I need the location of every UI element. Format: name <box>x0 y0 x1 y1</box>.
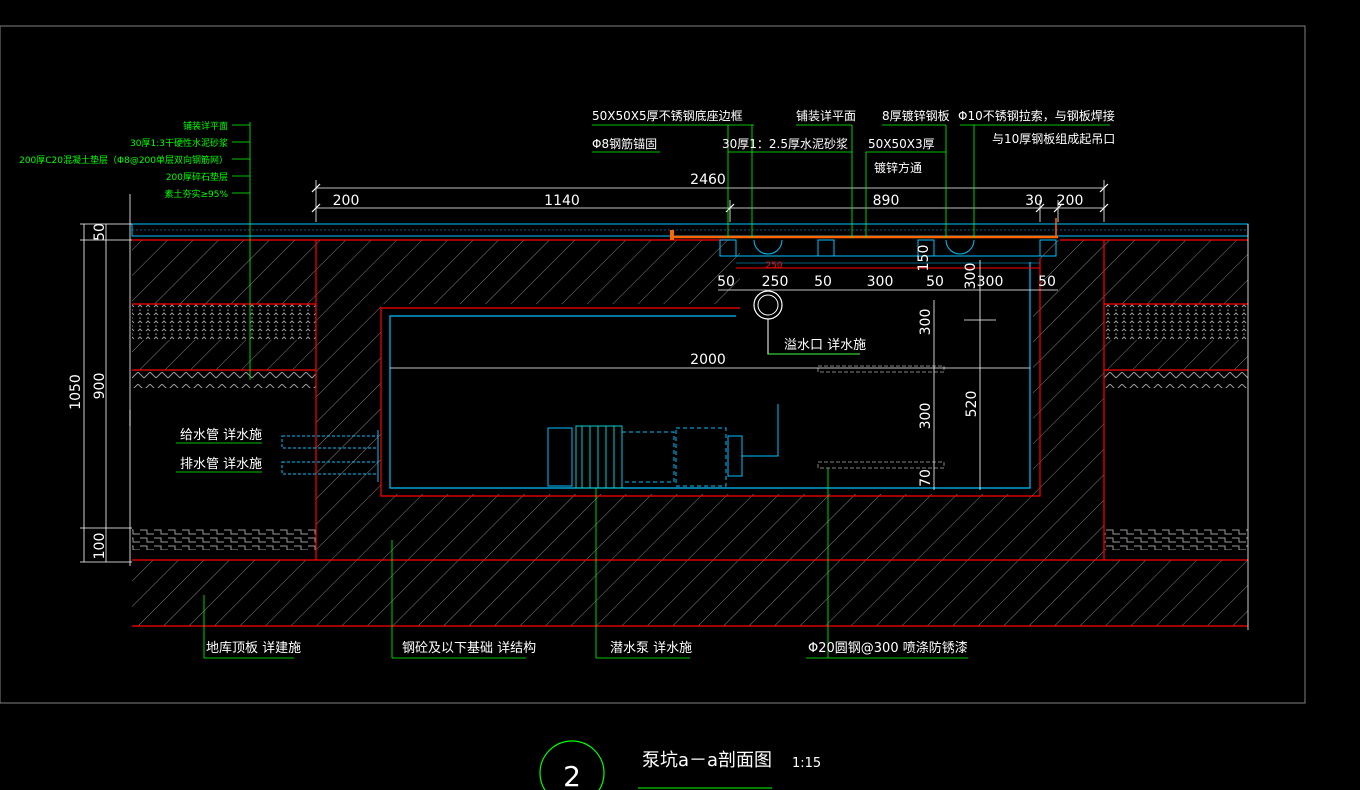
dim-250: 250 <box>762 274 789 290</box>
label-rebar: Φ20圆钢@300 喷涤防锈漆 <box>808 640 968 656</box>
note-square-tube-2: 镀锌方通 <box>874 160 922 175</box>
title-number: 2 <box>563 760 581 790</box>
note-cable-2: 与10厚钢板组成起吊口 <box>992 132 1115 146</box>
layer-note-2: 30厚1:3干硬性水泥砂浆 <box>130 137 228 149</box>
top-dimensions: 2460 200 1140 890 30 200 <box>333 172 1084 209</box>
section-drawing: 铺装详平面 30厚1:3干硬性水泥砂浆 200厚C20混凝土垫层（Φ8@200单… <box>0 25 1306 790</box>
left-dimensions: 50 1050 900 100 <box>68 223 108 559</box>
note-anchor: Φ8钢筋锚固 <box>592 136 657 151</box>
dim-200-left: 200 <box>333 193 360 209</box>
label-supply-pipe: 给水管 详水施 <box>180 428 262 443</box>
title-scale: 1:15 <box>792 756 821 771</box>
dim-inner-70: 70 <box>918 469 934 487</box>
top-notes: 50X50X5厚不锈钢底座边框 铺装详平面 8厚镀锌钢板 Φ10不锈钢拉索，与钢… <box>592 108 1115 175</box>
note-galv-plate: 8厚镀锌钢板 <box>882 109 950 123</box>
note-square-tube-1: 50X50X3厚 <box>868 137 935 151</box>
note-paving: 铺装详平面 <box>796 108 856 123</box>
pit-cavity <box>381 304 1033 494</box>
layer-notes: 铺装详平面 30厚1:3干硬性水泥砂浆 200厚C20混凝土垫层（Φ8@200单… <box>19 120 228 200</box>
right-layers <box>1104 240 1248 550</box>
dim-inner-300a: 300 <box>918 309 934 336</box>
dim-50a: 50 <box>717 274 735 290</box>
dim-inner-300b: 300 <box>918 403 934 430</box>
dim-300a: 300 <box>867 274 894 290</box>
dim-1140: 1140 <box>544 193 580 209</box>
dim-left-1050: 1050 <box>68 374 84 410</box>
layer-note-5: 素土夯实≥95% <box>164 188 228 200</box>
dim-890: 890 <box>873 193 900 209</box>
left-layers <box>132 240 316 550</box>
dim-30: 30 <box>1025 193 1043 209</box>
dim-50b: 50 <box>814 274 832 290</box>
note-mortar: 30厚1：2.5厚水泥砂浆 <box>722 136 848 151</box>
dim-inner-2000: 2000 <box>690 352 726 368</box>
dim-left-50: 50 <box>92 223 108 241</box>
note-cable-1: Φ10不锈钢拉索，与钢板焊接 <box>958 108 1115 123</box>
dim-50d: 50 <box>1038 274 1056 290</box>
layer-note-3: 200厚C20混凝土垫层（Φ8@200单层双向钢筋网） <box>19 154 228 166</box>
label-roof-slab: 地库顶板 详建施 <box>206 640 301 656</box>
dim-150: 150 <box>916 245 932 272</box>
dim-left-100: 100 <box>92 533 108 560</box>
dim-left-900: 900 <box>92 373 108 400</box>
dim-250-small: 250 <box>765 261 782 271</box>
note-frame-edge: 50X50X5厚不锈钢底座边框 <box>592 108 743 123</box>
layer-note-4: 200厚碎石垫层 <box>166 171 228 183</box>
dim-200-right: 200 <box>1057 193 1084 209</box>
layer-note-1: 铺装详平面 <box>183 120 228 132</box>
dim-total: 2460 <box>690 172 726 188</box>
label-foundation: 钢砼及以下基础 详结构 <box>402 641 536 656</box>
dim-50c: 50 <box>926 274 944 290</box>
dim-300b: 300 <box>977 274 1004 290</box>
label-drain-pipe: 排水管 详水施 <box>180 457 262 472</box>
label-overflow: 溢水口 详水施 <box>784 338 866 353</box>
dim-inner-520: 520 <box>964 391 980 418</box>
title-name: 泵坑a－a剖面图 <box>642 750 772 771</box>
label-pump: 潜水泵 详水施 <box>610 641 692 656</box>
dim-300-vertical: 300 <box>963 263 979 290</box>
